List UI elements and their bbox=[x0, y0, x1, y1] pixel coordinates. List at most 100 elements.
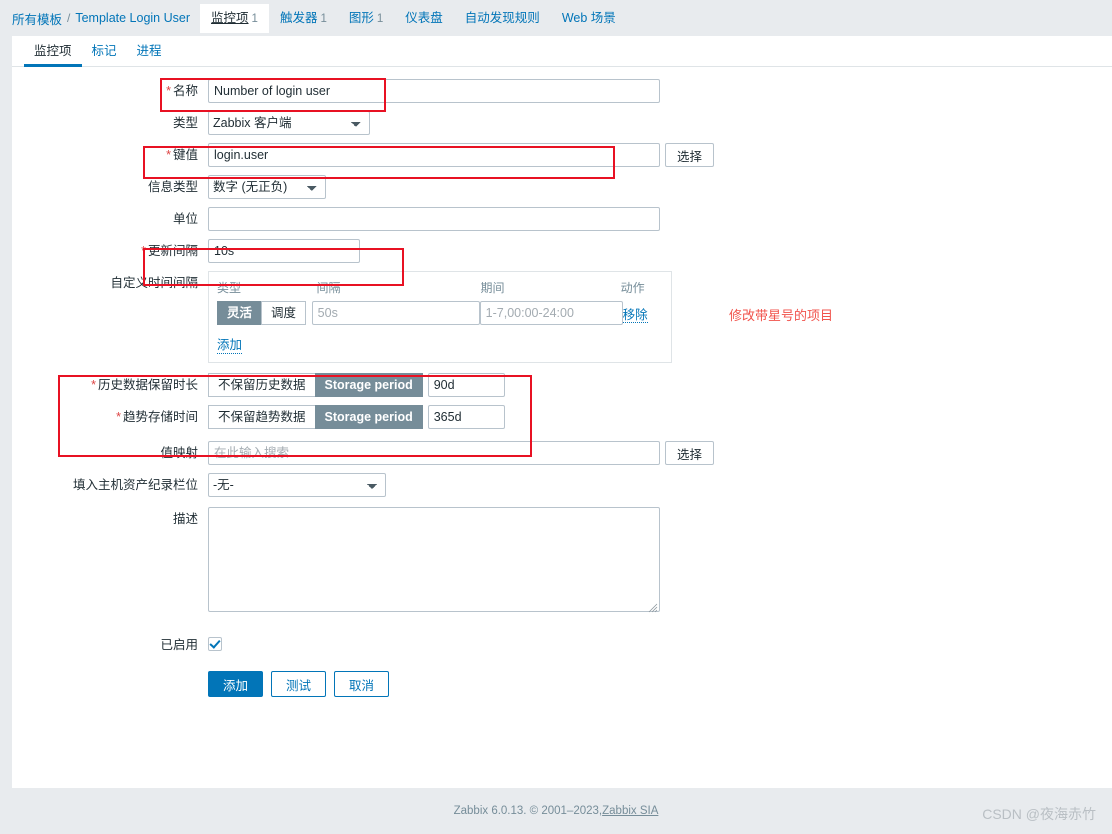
label-name: * 名称 bbox=[166, 84, 198, 98]
nav-item-dashboards[interactable]: 仪表盘 bbox=[394, 4, 454, 32]
nav-item-discovery-rules[interactable]: 自动发现规则 bbox=[454, 4, 551, 32]
interval-type-scheduling[interactable]: 调度 bbox=[261, 301, 307, 325]
nav-item-web-scenarios-label: Web 场景 bbox=[561, 11, 616, 25]
field-row-description: 描述 bbox=[12, 507, 1112, 615]
field-row-units: 单位 bbox=[12, 207, 1112, 231]
type-select[interactable]: Zabbix 客户端 bbox=[208, 111, 370, 135]
nav-item-graphs-count: 1 bbox=[376, 12, 384, 25]
annotation-text: 修改带星号的项目 bbox=[729, 308, 834, 323]
nav-item-items-label: 监控项 bbox=[211, 10, 249, 25]
field-row-inventory: 填入主机资产纪录栏位 -无- bbox=[12, 473, 1112, 497]
key-select-button[interactable]: 选择 bbox=[665, 143, 715, 167]
trends-mode-toggle[interactable]: 不保留趋势数据 Storage period bbox=[208, 405, 423, 429]
update-interval-input[interactable] bbox=[208, 239, 360, 263]
custom-interval-period-input[interactable] bbox=[479, 301, 623, 325]
field-row-name: * 名称 bbox=[12, 79, 1112, 103]
breadcrumb-all-templates[interactable]: 所有模板 bbox=[12, 9, 62, 28]
label-key: * 键值 bbox=[166, 148, 198, 162]
value-map-select-button[interactable]: 选择 bbox=[665, 441, 715, 465]
nav-item-items[interactable]: 监控项 1 bbox=[200, 3, 269, 33]
template-nav: 监控项 1 触发器 1 图形 1 仪表盘 自动发现规则 Web 场景 bbox=[200, 3, 627, 33]
tab-item[interactable]: 监控项 bbox=[24, 35, 82, 67]
label-trends: * 趋势存储时间 bbox=[116, 410, 198, 424]
custom-intervals-table: 类型 间隔 期间 动作 灵活 调度 50s 1-7,00:00-24:00 移除… bbox=[208, 271, 672, 363]
watermark: CSDN @夜海赤竹 bbox=[982, 806, 1096, 822]
form-actions-row: 添加 测试 取消 bbox=[12, 671, 1112, 697]
field-row-custom-intervals: 自定义时间间隔 类型 间隔 期间 动作 灵活 调度 50s 1-7,00:00-… bbox=[12, 271, 1112, 363]
nav-item-discovery-rules-label: 自动发现规则 bbox=[464, 11, 540, 25]
label-custom-intervals: 自定义时间间隔 bbox=[110, 276, 198, 290]
key-input[interactable] bbox=[208, 143, 660, 167]
units-input[interactable] bbox=[208, 207, 660, 231]
form-tabs: 监控项 标记 进程 bbox=[12, 36, 1112, 67]
test-button[interactable]: 测试 bbox=[271, 671, 327, 697]
nav-item-triggers-count: 1 bbox=[320, 12, 327, 25]
field-row-type: 类型 Zabbix 客户端 bbox=[12, 111, 1112, 135]
label-update-interval: * 更新间隔 bbox=[141, 244, 198, 258]
nav-item-triggers[interactable]: 触发器 1 bbox=[269, 4, 338, 33]
nav-item-graphs[interactable]: 图形 1 bbox=[338, 4, 394, 33]
add-button[interactable]: 添加 bbox=[208, 671, 264, 697]
field-row-value-map: 值映射 选择 bbox=[12, 441, 1112, 465]
trends-option-storage-period[interactable]: Storage period bbox=[314, 405, 423, 429]
required-marker-update-interval: * bbox=[141, 244, 146, 258]
nav-item-dashboards-label: 仪表盘 bbox=[405, 11, 443, 25]
header-type: 类型 bbox=[217, 281, 242, 295]
required-marker-trends: * bbox=[116, 410, 121, 424]
label-description: 描述 bbox=[172, 512, 198, 526]
nav-item-items-count: 1 bbox=[251, 12, 258, 25]
nav-item-triggers-label: 触发器 bbox=[279, 10, 318, 25]
header-period: 期间 bbox=[480, 281, 505, 295]
name-input[interactable] bbox=[208, 79, 660, 103]
label-history: * 历史数据保留时长 bbox=[91, 378, 198, 392]
inventory-field-select[interactable]: -无- bbox=[208, 473, 386, 497]
history-mode-toggle[interactable]: 不保留历史数据 Storage period bbox=[208, 373, 423, 397]
header-action: 动作 bbox=[620, 281, 645, 295]
label-inventory: 填入主机资产纪录栏位 bbox=[72, 478, 198, 492]
value-map-input[interactable] bbox=[208, 441, 660, 465]
field-row-enabled: 已启用 bbox=[12, 633, 1112, 657]
item-form-panel: 监控项 标记 进程 *名称 类型 Zabbix 客户端 *键值 选择 bbox=[12, 36, 1112, 788]
page-footer: Zabbix 6.0.13. © 2001–2023, Zabbix SIA bbox=[0, 788, 1112, 834]
info-type-select[interactable]: 数字 (无正负) bbox=[208, 175, 326, 199]
required-marker-key: * bbox=[166, 148, 171, 162]
history-option-storage-period[interactable]: Storage period bbox=[314, 373, 423, 397]
footer-link-zabbix-sia[interactable]: Zabbix SIA bbox=[602, 805, 658, 817]
tab-preprocessing[interactable]: 进程 bbox=[127, 35, 172, 66]
trends-option-do-not-keep[interactable]: 不保留趋势数据 bbox=[208, 405, 315, 429]
breadcrumb-separator: / bbox=[67, 11, 71, 25]
required-marker-history: * bbox=[91, 378, 96, 392]
field-row-trends: * 趋势存储时间 不保留趋势数据 Storage period bbox=[12, 405, 1112, 429]
field-row-history: * 历史数据保留时长 不保留历史数据 Storage period bbox=[12, 373, 1112, 397]
required-marker-name: * bbox=[166, 84, 171, 98]
history-option-do-not-keep[interactable]: 不保留历史数据 bbox=[208, 373, 315, 397]
nav-item-graphs-label: 图形 bbox=[348, 10, 374, 25]
label-units: 单位 bbox=[172, 212, 198, 226]
custom-interval-add-link[interactable]: 添加 bbox=[217, 334, 243, 354]
item-form: *名称 类型 Zabbix 客户端 *键值 选择 信息类型 bbox=[12, 67, 1112, 697]
label-enabled: 已启用 bbox=[160, 638, 198, 652]
history-storage-input[interactable] bbox=[427, 373, 505, 397]
trends-storage-input[interactable] bbox=[427, 405, 505, 429]
cancel-button[interactable]: 取消 bbox=[334, 671, 390, 697]
label-value-map: 值映射 bbox=[160, 446, 198, 460]
field-row-info-type: 信息类型 数字 (无正负) bbox=[12, 175, 1112, 199]
field-row-update-interval: * 更新间隔 bbox=[12, 239, 1112, 263]
tab-tags[interactable]: 标记 bbox=[82, 35, 127, 66]
description-textarea[interactable] bbox=[208, 507, 660, 612]
custom-interval-row: 灵活 调度 移除 bbox=[217, 301, 663, 325]
interval-type-flexible[interactable]: 灵活 bbox=[217, 301, 262, 325]
breadcrumb-template-name[interactable]: Template Login User bbox=[75, 11, 190, 25]
breadcrumb-bar: 所有模板 / Template Login User 监控项 1 触发器 1 图形 1… bbox=[0, 0, 1112, 36]
enabled-checkbox[interactable] bbox=[208, 637, 222, 651]
header-interval: 间隔 bbox=[316, 281, 341, 295]
custom-intervals-header-row: 类型 间隔 期间 动作 bbox=[217, 276, 663, 301]
nav-item-web-scenarios[interactable]: Web 场景 bbox=[551, 4, 627, 32]
custom-interval-delay-input[interactable] bbox=[311, 301, 480, 325]
interval-type-toggle[interactable]: 灵活 调度 bbox=[217, 301, 312, 325]
custom-interval-remove-link[interactable]: 移除 bbox=[622, 307, 648, 323]
field-row-key: *键值 选择 bbox=[12, 143, 1112, 167]
footer-copyright: Zabbix 6.0.13. © 2001–2023, bbox=[453, 805, 603, 817]
label-type: 类型 bbox=[172, 116, 198, 130]
label-info-type: 信息类型 bbox=[147, 180, 198, 194]
